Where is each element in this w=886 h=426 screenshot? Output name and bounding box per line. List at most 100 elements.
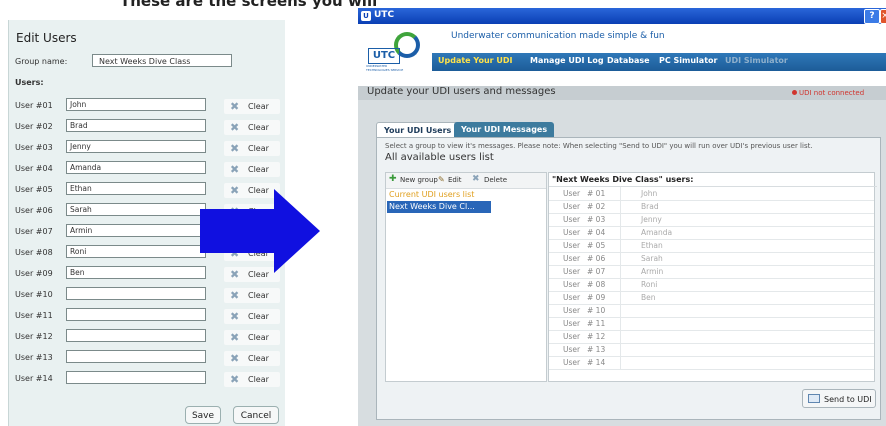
user-number-cell: # 03 <box>587 215 606 224</box>
user-number-cell: # 08 <box>587 280 606 289</box>
user-name-input[interactable]: Brad <box>66 119 206 132</box>
user-row-label: User #13 <box>15 353 53 362</box>
connection-status: UDI not connected <box>792 89 864 97</box>
table-row[interactable]: User # 12 <box>549 330 874 344</box>
user-number-cell: # 13 <box>587 345 606 354</box>
group-item-selected[interactable]: Next Weeks Dive Cl... <box>387 201 491 213</box>
groups-list: ✚ New group ✎ Edit ✖ Delete Current UDI … <box>385 172 547 382</box>
user-name-cell: Amanda <box>641 228 673 237</box>
user-name-input[interactable] <box>66 287 206 300</box>
user-name-input[interactable]: Sarah <box>66 203 206 216</box>
send-to-udi-button[interactable]: Send to UDI <box>802 389 876 408</box>
column-divider <box>620 213 621 226</box>
clear-button[interactable]: ✖ Clear <box>224 162 280 177</box>
logo-text: UTC <box>368 48 400 64</box>
column-divider <box>620 317 621 330</box>
plus-icon: ✚ <box>389 174 397 184</box>
tagline: Underwater communication made simple & f… <box>451 31 665 41</box>
title-bar: U UTC ? × <box>358 8 886 24</box>
table-row[interactable]: User # 02 Brad <box>549 200 874 214</box>
tab-udi-messages[interactable]: Your UDI Messages <box>454 122 555 137</box>
table-row[interactable]: User # 14 <box>549 356 874 370</box>
nav-pc-simulator[interactable]: PC Simulator <box>659 56 717 65</box>
column-divider <box>620 226 621 239</box>
users-table: "Next Weeks Dive Class" users: User # 01 J… <box>548 172 877 382</box>
user-type-cell: User <box>563 228 581 237</box>
clear-button[interactable]: ✖ Clear <box>224 309 280 324</box>
clear-button-label: Clear <box>248 291 269 300</box>
clear-button[interactable]: ✖ Clear <box>224 99 280 114</box>
table-row[interactable]: User # 06 Sarah <box>549 252 874 266</box>
table-row[interactable]: User # 01 John <box>549 187 874 201</box>
clear-button[interactable]: ✖ Clear <box>224 120 280 135</box>
clear-button[interactable]: ✖ Clear <box>224 288 280 303</box>
user-type-cell: User <box>563 241 581 250</box>
user-row: User #12 ✖ Clear <box>9 329 285 350</box>
nav-update-udi[interactable]: Update Your UDI <box>438 56 512 65</box>
table-row[interactable]: User # 03 Jenny <box>549 213 874 227</box>
user-type-cell: User <box>563 202 581 211</box>
user-name-input[interactable] <box>66 308 206 321</box>
nav-udi-simulator[interactable]: UDI Simulator <box>725 56 788 65</box>
user-name-input[interactable]: John <box>66 98 206 111</box>
close-button[interactable]: × <box>880 9 886 24</box>
pencil-icon: ✎ <box>438 175 445 184</box>
user-name-input[interactable]: Ethan <box>66 182 206 195</box>
save-button[interactable]: Save <box>185 406 221 424</box>
user-row-label: User #09 <box>15 269 53 278</box>
help-button[interactable]: ? <box>864 9 880 24</box>
user-name-input[interactable] <box>66 350 206 363</box>
table-row[interactable]: User # 10 <box>549 304 874 318</box>
user-name-input[interactable]: Roni <box>66 245 206 258</box>
delete-group-button[interactable]: Delete <box>484 176 507 184</box>
user-number-cell: # 07 <box>587 267 606 276</box>
nav-database[interactable]: Database <box>607 56 650 65</box>
user-name-input[interactable] <box>66 329 206 342</box>
user-name-cell: Jenny <box>641 215 662 224</box>
table-row[interactable]: User # 13 <box>549 343 874 357</box>
nav-manage-udi-log[interactable]: Manage UDI Log <box>530 56 604 65</box>
edit-group-button[interactable]: Edit <box>448 176 462 184</box>
table-row[interactable]: User # 08 Roni <box>549 278 874 292</box>
user-number-cell: # 01 <box>587 189 606 198</box>
column-divider <box>620 200 621 213</box>
new-group-button[interactable]: New group <box>400 176 438 184</box>
user-type-cell: User <box>563 306 581 315</box>
section-title: Update your UDI users and messages <box>367 86 556 97</box>
table-row[interactable]: User # 07 Armin <box>549 265 874 279</box>
clear-button[interactable]: ✖ Clear <box>224 141 280 156</box>
clear-button[interactable]: ✖ Clear <box>224 330 280 345</box>
user-name-input[interactable]: Amanda <box>66 161 206 174</box>
user-name-cell: Ethan <box>641 241 663 250</box>
clear-button-label: Clear <box>248 102 269 111</box>
column-divider <box>620 343 621 356</box>
user-row-label: User #04 <box>15 164 53 173</box>
user-row-label: User #10 <box>15 290 53 299</box>
clear-button[interactable]: ✖ Clear <box>224 351 280 366</box>
user-type-cell: User <box>563 332 581 341</box>
table-row[interactable]: User # 11 <box>549 317 874 331</box>
cancel-button[interactable]: Cancel <box>233 406 279 424</box>
column-divider <box>620 304 621 317</box>
user-row-label: User #01 <box>15 101 53 110</box>
user-number-cell: # 10 <box>587 306 606 315</box>
group-name-input[interactable]: Next Weeks Dive Class <box>92 54 232 67</box>
instructions-text: Select a group to view it's messages. Pl… <box>385 142 813 150</box>
user-name-input[interactable] <box>66 371 206 384</box>
user-name-input[interactable]: Ben <box>66 266 206 279</box>
tab-udi-users[interactable]: Your UDI Users <box>376 122 460 138</box>
envelope-icon <box>808 394 820 403</box>
table-row[interactable]: User # 04 Amanda <box>549 226 874 240</box>
column-divider <box>620 356 621 369</box>
tab-content: Select a group to view it's messages. Pl… <box>376 137 881 420</box>
clear-button[interactable]: ✖ Clear <box>224 372 280 387</box>
column-divider <box>620 252 621 265</box>
clear-button-label: Clear <box>248 354 269 363</box>
table-row[interactable]: User # 09 Ben <box>549 291 874 305</box>
logo-subtext: UNDERWATER TECHNOLOGIES SERVICE <box>366 64 404 72</box>
user-name-input[interactable]: Jenny <box>66 140 206 153</box>
user-name-input[interactable]: Armin <box>66 224 206 237</box>
group-item-current[interactable]: Current UDI users list <box>387 189 491 201</box>
table-row[interactable]: User # 05 Ethan <box>549 239 874 253</box>
user-number-cell: # 14 <box>587 358 606 367</box>
